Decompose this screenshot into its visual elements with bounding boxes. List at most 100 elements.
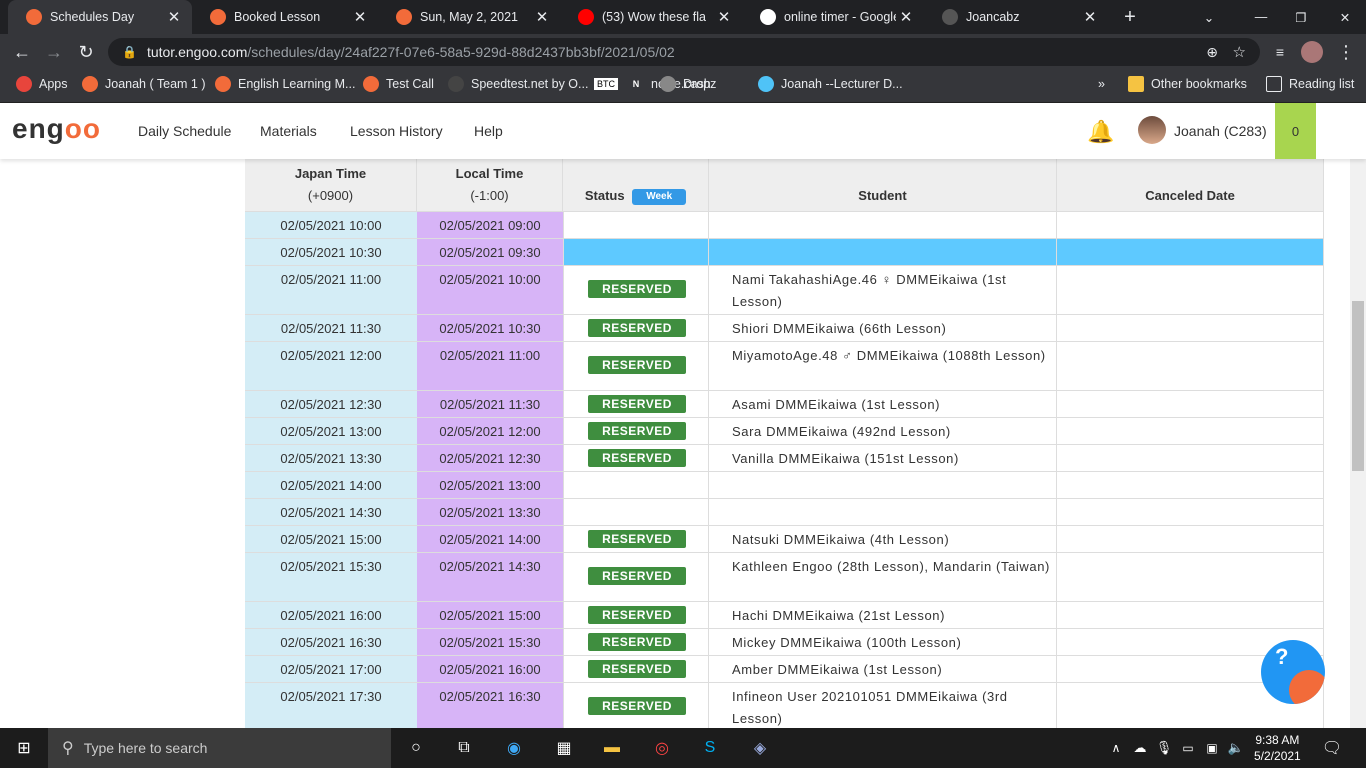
app-icon[interactable]: ◈ bbox=[748, 736, 772, 760]
tray-chevron-icon[interactable]: ∧ bbox=[1104, 736, 1128, 760]
student-cell[interactable] bbox=[709, 212, 1057, 239]
maximize-icon[interactable]: ❐ bbox=[1288, 0, 1314, 34]
week-button[interactable]: Week bbox=[632, 188, 687, 205]
star-icon[interactable]: ☆ bbox=[1233, 43, 1246, 61]
file-explorer-icon[interactable]: ▬ bbox=[600, 736, 624, 760]
bookmarks-overflow-icon[interactable]: » bbox=[1098, 70, 1105, 98]
table-row[interactable]: 02/05/2021 14:00 02/05/2021 13:00 bbox=[245, 472, 1324, 499]
bookmark-item[interactable]: Speedtest.net by O... bbox=[448, 70, 588, 98]
page-scrollbar[interactable] bbox=[1350, 159, 1366, 728]
cortana-icon[interactable]: ○ bbox=[404, 736, 428, 760]
close-tab-icon[interactable]: ✕ bbox=[714, 8, 734, 26]
onedrive-icon[interactable]: ☁ bbox=[1128, 736, 1152, 760]
close-tab-icon[interactable]: ✕ bbox=[896, 8, 916, 26]
browser-tab[interactable]: (53) Wow these fla ✕ bbox=[560, 0, 742, 34]
table-row[interactable]: 02/05/2021 11:30 02/05/2021 10:30 RESERVED… bbox=[245, 315, 1324, 342]
bookmark-item[interactable]: Test Call bbox=[363, 70, 434, 98]
reserved-badge[interactable]: RESERVED bbox=[588, 395, 686, 413]
microphone-icon[interactable]: 🎙 bbox=[1152, 736, 1176, 760]
bookmark-item[interactable]: Dropz bbox=[660, 70, 716, 98]
taskbar-search[interactable]: ⚲ Type here to search bbox=[48, 728, 391, 768]
reserved-badge[interactable]: RESERVED bbox=[588, 606, 686, 624]
notifications-icon[interactable]: 🗨 bbox=[1320, 736, 1344, 760]
browser-tab[interactable]: Schedules Day ✕ bbox=[8, 0, 192, 34]
table-row[interactable]: 02/05/2021 16:30 02/05/2021 15:30 RESERVED… bbox=[245, 629, 1324, 656]
calculator-icon[interactable]: ▦ bbox=[552, 736, 576, 760]
window-close-icon[interactable]: ✕ bbox=[1332, 0, 1358, 34]
table-row[interactable]: 02/05/2021 11:00 02/05/2021 10:00 RESERVED… bbox=[245, 266, 1324, 315]
student-cell[interactable]: Shiori DMMEikaiwa (66th Lesson) bbox=[709, 315, 1057, 342]
table-row[interactable]: 02/05/2021 10:00 02/05/2021 09:00 bbox=[245, 212, 1324, 239]
student-cell[interactable]: Infineon User 202101051 DMMEikaiwa (3rd … bbox=[709, 683, 1057, 728]
student-cell[interactable]: Kathleen Engoo (28th Lesson), Mandarin (… bbox=[709, 553, 1057, 602]
bookmark-item[interactable]: Joanah ( Team 1 ) bbox=[82, 70, 206, 98]
minimize-icon[interactable]: — bbox=[1248, 0, 1274, 34]
zoom-icon[interactable]: ⊕ bbox=[1206, 44, 1218, 61]
table-row[interactable]: 02/05/2021 13:00 02/05/2021 12:00 RESERVED… bbox=[245, 418, 1324, 445]
skype-icon[interactable]: S bbox=[698, 736, 722, 760]
table-row[interactable]: 02/05/2021 12:30 02/05/2021 11:30 RESERVED… bbox=[245, 391, 1324, 418]
profile-avatar[interactable] bbox=[1300, 40, 1324, 64]
bookmark-item[interactable]: Apps bbox=[16, 70, 68, 98]
student-cell[interactable]: Vanilla DMMEikaiwa (151st Lesson) bbox=[709, 445, 1057, 472]
forward-icon[interactable]: → bbox=[42, 40, 66, 64]
table-row[interactable]: 02/05/2021 17:00 02/05/2021 16:00 RESERVED… bbox=[245, 656, 1324, 683]
windows-start-icon[interactable]: ⊞ bbox=[12, 736, 36, 760]
edge-icon[interactable]: ◉ bbox=[502, 736, 526, 760]
help-chat-button[interactable]: ? bbox=[1261, 640, 1325, 704]
reserved-badge[interactable]: RESERVED bbox=[588, 319, 686, 337]
student-cell[interactable]: Natsuki DMMEikaiwa (4th Lesson) bbox=[709, 526, 1057, 553]
reserved-badge[interactable]: RESERVED bbox=[588, 449, 686, 467]
nav-lesson-history[interactable]: Lesson History bbox=[350, 123, 443, 139]
media-control-icon[interactable]: ≡ bbox=[1268, 40, 1292, 64]
table-row[interactable]: 02/05/2021 12:00 02/05/2021 11:00 RESERVED… bbox=[245, 342, 1324, 391]
close-tab-icon[interactable]: ✕ bbox=[1080, 8, 1100, 26]
reserved-badge[interactable]: RESERVED bbox=[588, 422, 686, 440]
other-bookmarks[interactable]: Other bookmarks bbox=[1128, 70, 1247, 98]
student-cell[interactable]: Hachi DMMEikaiwa (21st Lesson) bbox=[709, 602, 1057, 629]
chrome-menu-icon[interactable]: ⋮ bbox=[1334, 40, 1358, 64]
student-cell[interactable] bbox=[709, 499, 1057, 526]
new-tab-icon[interactable]: + bbox=[1116, 0, 1144, 34]
table-row[interactable]: 02/05/2021 15:00 02/05/2021 14:00 RESERVED… bbox=[245, 526, 1324, 553]
bookmark-item[interactable]: Joanah --Lecturer D... bbox=[758, 70, 903, 98]
reserved-badge[interactable]: RESERVED bbox=[588, 660, 686, 678]
student-cell[interactable]: Nami TakahashiAge.46 ♀ DMMEikaiwa (1st L… bbox=[709, 266, 1057, 315]
browser-tab[interactable]: Sun, May 2, 2021 ✕ bbox=[378, 0, 560, 34]
points-counter[interactable]: 0 bbox=[1275, 103, 1316, 159]
student-cell[interactable]: Asami DMMEikaiwa (1st Lesson) bbox=[709, 391, 1057, 418]
user-avatar[interactable] bbox=[1138, 116, 1166, 144]
volume-icon[interactable]: 🔈 bbox=[1224, 736, 1248, 760]
bookmark-item[interactable]: English Learning M... bbox=[215, 70, 355, 98]
reserved-badge[interactable]: RESERVED bbox=[588, 633, 686, 651]
close-tab-icon[interactable]: ✕ bbox=[532, 8, 552, 26]
reload-icon[interactable]: ↻ bbox=[74, 40, 98, 64]
browser-tab[interactable]: Booked Lesson ✕ bbox=[192, 0, 378, 34]
reserved-badge[interactable]: RESERVED bbox=[588, 356, 686, 374]
table-row[interactable]: 02/05/2021 13:30 02/05/2021 12:30 RESERVED… bbox=[245, 445, 1324, 472]
engoo-logo[interactable]: engoo bbox=[12, 113, 101, 145]
bookmark-item[interactable]: BTC bbox=[594, 70, 618, 98]
nav-help[interactable]: Help bbox=[474, 123, 503, 139]
close-tab-icon[interactable]: ✕ bbox=[164, 8, 184, 26]
reading-list[interactable]: Reading list bbox=[1266, 70, 1354, 98]
tab-search-icon[interactable]: ⌄ bbox=[1196, 0, 1222, 34]
table-row[interactable]: 02/05/2021 10:30 02/05/2021 09:30 bbox=[245, 239, 1324, 266]
student-cell[interactable] bbox=[709, 239, 1057, 266]
reserved-badge[interactable]: RESERVED bbox=[588, 530, 686, 548]
reserved-badge[interactable]: RESERVED bbox=[588, 697, 686, 715]
address-bar[interactable]: 🔒 tutor.engoo.com/schedules/day/24af227f… bbox=[108, 38, 1260, 66]
student-cell[interactable]: Amber DMMEikaiwa (1st Lesson) bbox=[709, 656, 1057, 683]
table-row[interactable]: 02/05/2021 15:30 02/05/2021 14:30 RESERVED… bbox=[245, 553, 1324, 602]
close-tab-icon[interactable]: ✕ bbox=[350, 8, 370, 26]
table-row[interactable]: 02/05/2021 16:00 02/05/2021 15:00 RESERVED… bbox=[245, 602, 1324, 629]
student-cell[interactable]: MiyamotoAge.48 ♂ DMMEikaiwa (1088th Less… bbox=[709, 342, 1057, 391]
scrollbar-thumb[interactable] bbox=[1352, 301, 1364, 471]
back-icon[interactable]: ← bbox=[10, 40, 34, 64]
reserved-badge[interactable]: RESERVED bbox=[588, 280, 686, 298]
nav-daily-schedule[interactable]: Daily Schedule bbox=[138, 123, 231, 139]
browser-tab[interactable]: online timer - Google ✕ bbox=[742, 0, 924, 34]
nav-materials[interactable]: Materials bbox=[260, 123, 317, 139]
chrome-icon[interactable]: ◎ bbox=[650, 736, 674, 760]
taskbar-clock[interactable]: 9:38 AM 5/2/2021 bbox=[1254, 732, 1301, 764]
